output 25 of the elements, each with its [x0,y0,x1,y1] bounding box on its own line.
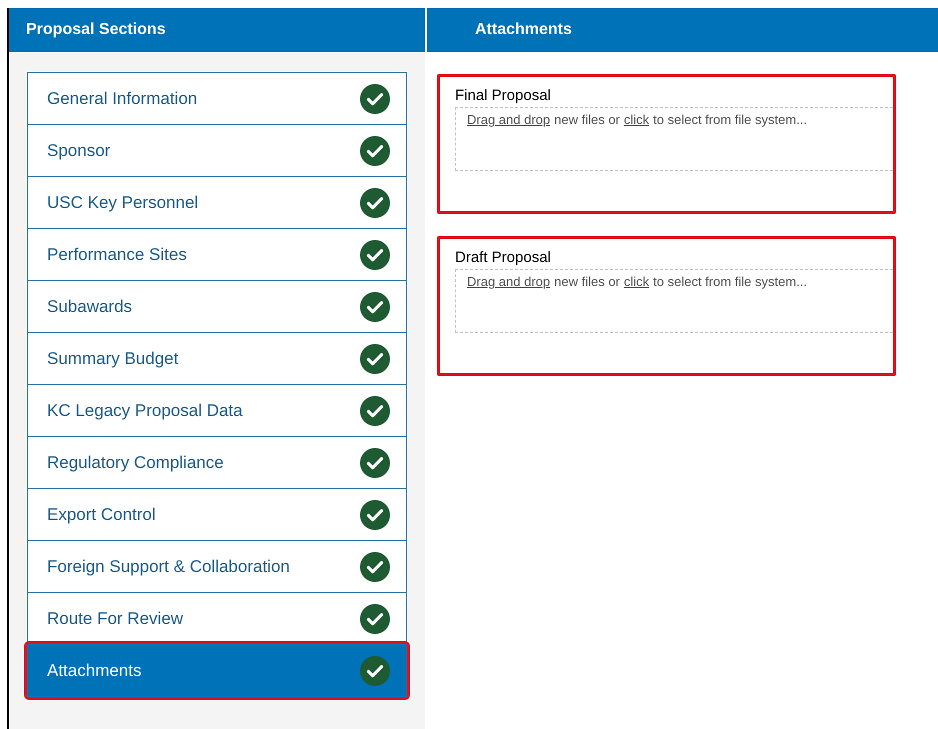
section-item[interactable]: Subawards [27,280,407,333]
section-item[interactable]: Sponsor [27,124,407,177]
section-item[interactable]: Performance Sites [27,228,407,281]
file-drop-zone[interactable]: Drag and drop new files or click to select from file system... [455,107,893,171]
hint-text: to select from file system... [653,273,808,291]
link[interactable]: click [624,110,650,130]
section-item[interactable]: Summary Budget [27,332,407,385]
section-label: Final Proposal [455,87,552,105]
hint-text: to select from file system... [653,111,808,129]
section-item[interactable]: General Information [27,72,407,125]
hint-text: new files or [554,111,620,129]
panel-title: Attachments [475,20,572,40]
section-item[interactable]: Foreign Support & Collaboration [27,540,407,593]
section-item[interactable]: Export Control [27,488,407,541]
panel-title: Proposal Sections [26,20,166,40]
file-drop-zone[interactable]: Drag and drop new files or click to select from file system... [455,269,893,333]
link[interactable]: Drag and drop [467,272,550,292]
link[interactable]: Drag and drop [467,110,550,130]
section-item[interactable]: Attachments [27,644,407,697]
section-label: Draft Proposal [455,249,552,267]
section-item[interactable]: KC Legacy Proposal Data [27,384,407,437]
link[interactable]: click [624,272,650,292]
section-item[interactable]: Regulatory Compliance [27,436,407,489]
hint-text: new files or [554,273,620,291]
section-item[interactable]: USC Key Personnel [27,176,407,229]
